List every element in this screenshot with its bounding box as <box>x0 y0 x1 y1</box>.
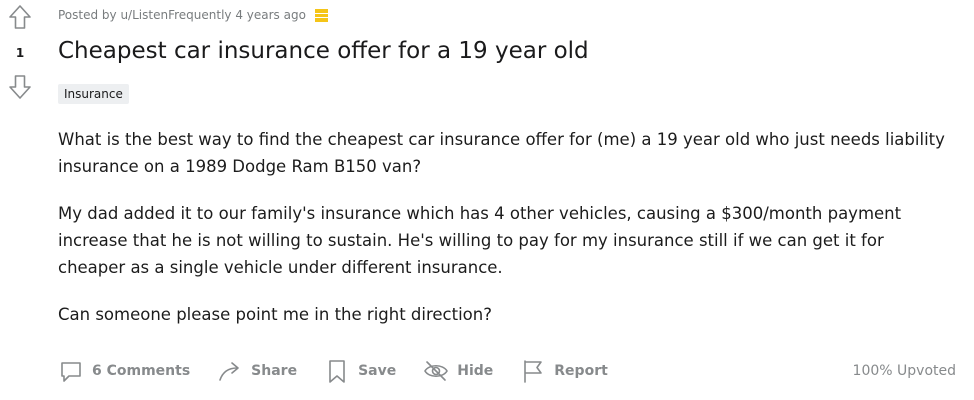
post-actions-bar: 6 Comments Share Save Hide Report <box>58 354 635 388</box>
eye-slash-icon <box>423 358 449 384</box>
post-title[interactable]: Cheapest car insurance offer for a 19 ye… <box>58 38 589 64</box>
comment-bubble-icon <box>58 358 84 384</box>
downvote-arrow-icon[interactable] <box>7 74 33 100</box>
share-label: Share <box>251 363 298 379</box>
hide-button[interactable]: Hide <box>423 358 493 384</box>
post-body-paragraph: What is the best way to find the cheapes… <box>58 130 945 176</box>
flag-icon <box>520 358 546 384</box>
post-body-paragraph: My dad added it to our family's insuranc… <box>58 204 902 277</box>
hide-label: Hide <box>457 363 494 379</box>
share-arrow-icon <box>217 358 243 384</box>
post-body: What is the best way to find the cheapes… <box>58 126 948 348</box>
post-flair[interactable]: Insurance <box>58 84 129 104</box>
vote-score: 1 <box>15 46 25 60</box>
bookmark-icon <box>324 358 350 384</box>
award-icon[interactable] <box>314 8 328 22</box>
save-label: Save <box>358 363 397 379</box>
post-meta: Posted by u/ListenFrequently 4 years ago <box>58 8 328 22</box>
post-body-paragraph: Can someone please point me in the right… <box>58 305 492 324</box>
share-button[interactable]: Share <box>217 358 297 384</box>
save-button[interactable]: Save <box>324 358 396 384</box>
comments-label: 6 Comments <box>92 363 191 379</box>
post-meta-text[interactable]: Posted by u/ListenFrequently 4 years ago <box>58 8 306 22</box>
report-label: Report <box>554 363 608 379</box>
upvote-arrow-icon[interactable] <box>7 4 33 30</box>
comments-button[interactable]: 6 Comments <box>58 358 190 384</box>
upvote-percentage: 100% Upvoted <box>852 363 956 379</box>
report-button[interactable]: Report <box>520 358 608 384</box>
